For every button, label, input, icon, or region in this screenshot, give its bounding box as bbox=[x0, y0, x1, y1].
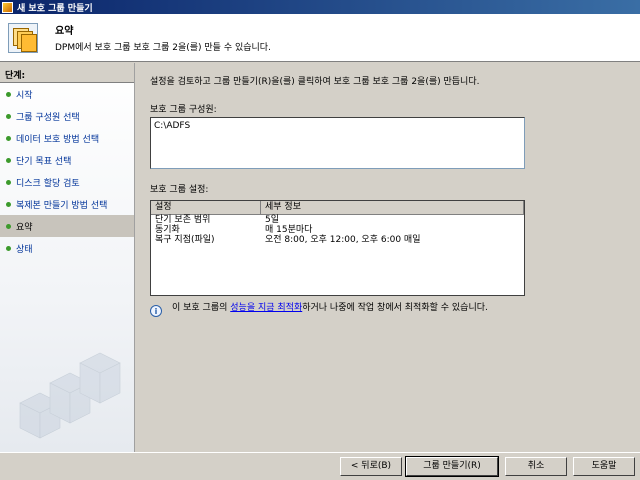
step-label: 복제본 만들기 방법 선택 bbox=[16, 200, 108, 211]
title-bar: 새 보호 그룹 만들기 bbox=[0, 0, 640, 14]
setting-value: 오전 8:00, 오후 12:00, 오후 6:00 매일 bbox=[265, 235, 421, 245]
info-text: 이 보호 그룹의 성능을 지금 최적화하거나 나중에 작업 창에서 최적화할 수… bbox=[172, 301, 488, 317]
setting-name: 복구 지점(파일) bbox=[155, 235, 215, 245]
step-status[interactable]: 상태 bbox=[0, 237, 134, 259]
step-current-icon bbox=[6, 223, 11, 229]
optimize-now-link[interactable]: 성능을 지금 최적화 bbox=[230, 303, 302, 313]
step-label: 데이터 보호 방법 선택 bbox=[16, 134, 100, 145]
steps-sidebar: 단계: 시작 그룹 구성원 선택 데이터 보호 방법 선택 단기 목표 선택 디… bbox=[0, 63, 135, 452]
instruction-text: 설정을 검토하고 그룹 만들기(R)을(를) 클릭하여 보호 그룹 보호 그룹 … bbox=[150, 77, 480, 87]
setting-name: 단기 보존 범위 bbox=[155, 215, 211, 225]
column-header-setting[interactable]: 설정 bbox=[151, 201, 261, 214]
list-item[interactable]: C:\ADFS bbox=[154, 121, 521, 131]
table-row[interactable]: 동기화 매 15분마다 bbox=[151, 225, 524, 235]
step-label: 단기 목표 선택 bbox=[16, 156, 72, 167]
steps-header: 단계: bbox=[0, 63, 134, 83]
optimize-info: i 이 보호 그룹의 성능을 지금 최적화하거나 나중에 작업 창에서 최적화할… bbox=[150, 301, 530, 317]
back-button[interactable]: < 뒤로(B) bbox=[340, 457, 402, 476]
step-replica-creation[interactable]: 복제본 만들기 방법 선택 bbox=[0, 193, 134, 215]
protection-group-icon bbox=[8, 23, 38, 53]
step-complete-icon bbox=[6, 157, 11, 163]
info-prefix: 이 보호 그룹의 bbox=[172, 303, 231, 313]
column-header-details[interactable]: 세부 정보 bbox=[261, 201, 524, 214]
table-header: 설정 세부 정보 bbox=[151, 201, 524, 215]
wizard-content: 설정을 검토하고 그룹 만들기(R)을(를) 클릭하여 보호 그룹 보호 그룹 … bbox=[136, 63, 640, 452]
button-bar: < 뒤로(B) 그룹 만들기(R) 취소 도움말 bbox=[0, 452, 640, 480]
step-complete-icon bbox=[6, 91, 11, 97]
step-start[interactable]: 시작 bbox=[0, 83, 134, 105]
page-subtitle: DPM에서 보호 그룹 보호 그룹 2을(를) 만들 수 있습니다. bbox=[55, 43, 271, 53]
app-icon bbox=[2, 1, 13, 13]
step-label: 시작 bbox=[16, 90, 33, 101]
servers-watermark-icon bbox=[19, 352, 121, 439]
members-label: 보호 그룹 구성원: bbox=[150, 105, 217, 115]
step-pending-icon bbox=[6, 245, 11, 251]
wizard-header: 요약 DPM에서 보호 그룹 보호 그룹 2을(를) 만들 수 있습니다. bbox=[0, 14, 640, 62]
step-complete-icon bbox=[6, 113, 11, 119]
step-complete-icon bbox=[6, 179, 11, 185]
step-short-term-goals[interactable]: 단기 목표 선택 bbox=[0, 149, 134, 171]
members-list[interactable]: C:\ADFS bbox=[150, 117, 525, 169]
setting-name: 동기화 bbox=[155, 225, 180, 235]
help-button[interactable]: 도움말 bbox=[573, 457, 635, 476]
step-label: 그룹 구성원 선택 bbox=[16, 112, 80, 123]
step-label: 디스크 할당 검토 bbox=[16, 178, 80, 189]
table-row[interactable]: 단기 보존 범위 5일 bbox=[151, 215, 524, 225]
info-icon: i bbox=[150, 305, 162, 317]
step-complete-icon bbox=[6, 201, 11, 207]
settings-label: 보호 그룹 설정: bbox=[150, 185, 209, 195]
step-select-members[interactable]: 그룹 구성원 선택 bbox=[0, 105, 134, 127]
info-suffix: 하거나 나중에 작업 창에서 최적화할 수 있습니다. bbox=[302, 303, 488, 313]
step-summary[interactable]: 요약 bbox=[0, 215, 134, 237]
step-label: 상태 bbox=[16, 244, 33, 255]
step-complete-icon bbox=[6, 135, 11, 141]
step-data-protection-method[interactable]: 데이터 보호 방법 선택 bbox=[0, 127, 134, 149]
table-row[interactable]: 복구 지점(파일) 오전 8:00, 오후 12:00, 오후 6:00 매일 bbox=[151, 235, 524, 245]
setting-value: 매 15분마다 bbox=[265, 225, 313, 235]
cancel-button[interactable]: 취소 bbox=[505, 457, 567, 476]
setting-value: 5일 bbox=[265, 215, 280, 225]
page-title: 요약 bbox=[55, 26, 74, 37]
step-disk-allocation[interactable]: 디스크 할당 검토 bbox=[0, 171, 134, 193]
step-label: 요약 bbox=[16, 222, 33, 233]
create-group-button[interactable]: 그룹 만들기(R) bbox=[405, 456, 499, 477]
window-title: 새 보호 그룹 만들기 bbox=[17, 3, 93, 14]
settings-table[interactable]: 설정 세부 정보 단기 보존 범위 5일 동기화 매 15분마다 복구 지점(파… bbox=[150, 200, 525, 296]
